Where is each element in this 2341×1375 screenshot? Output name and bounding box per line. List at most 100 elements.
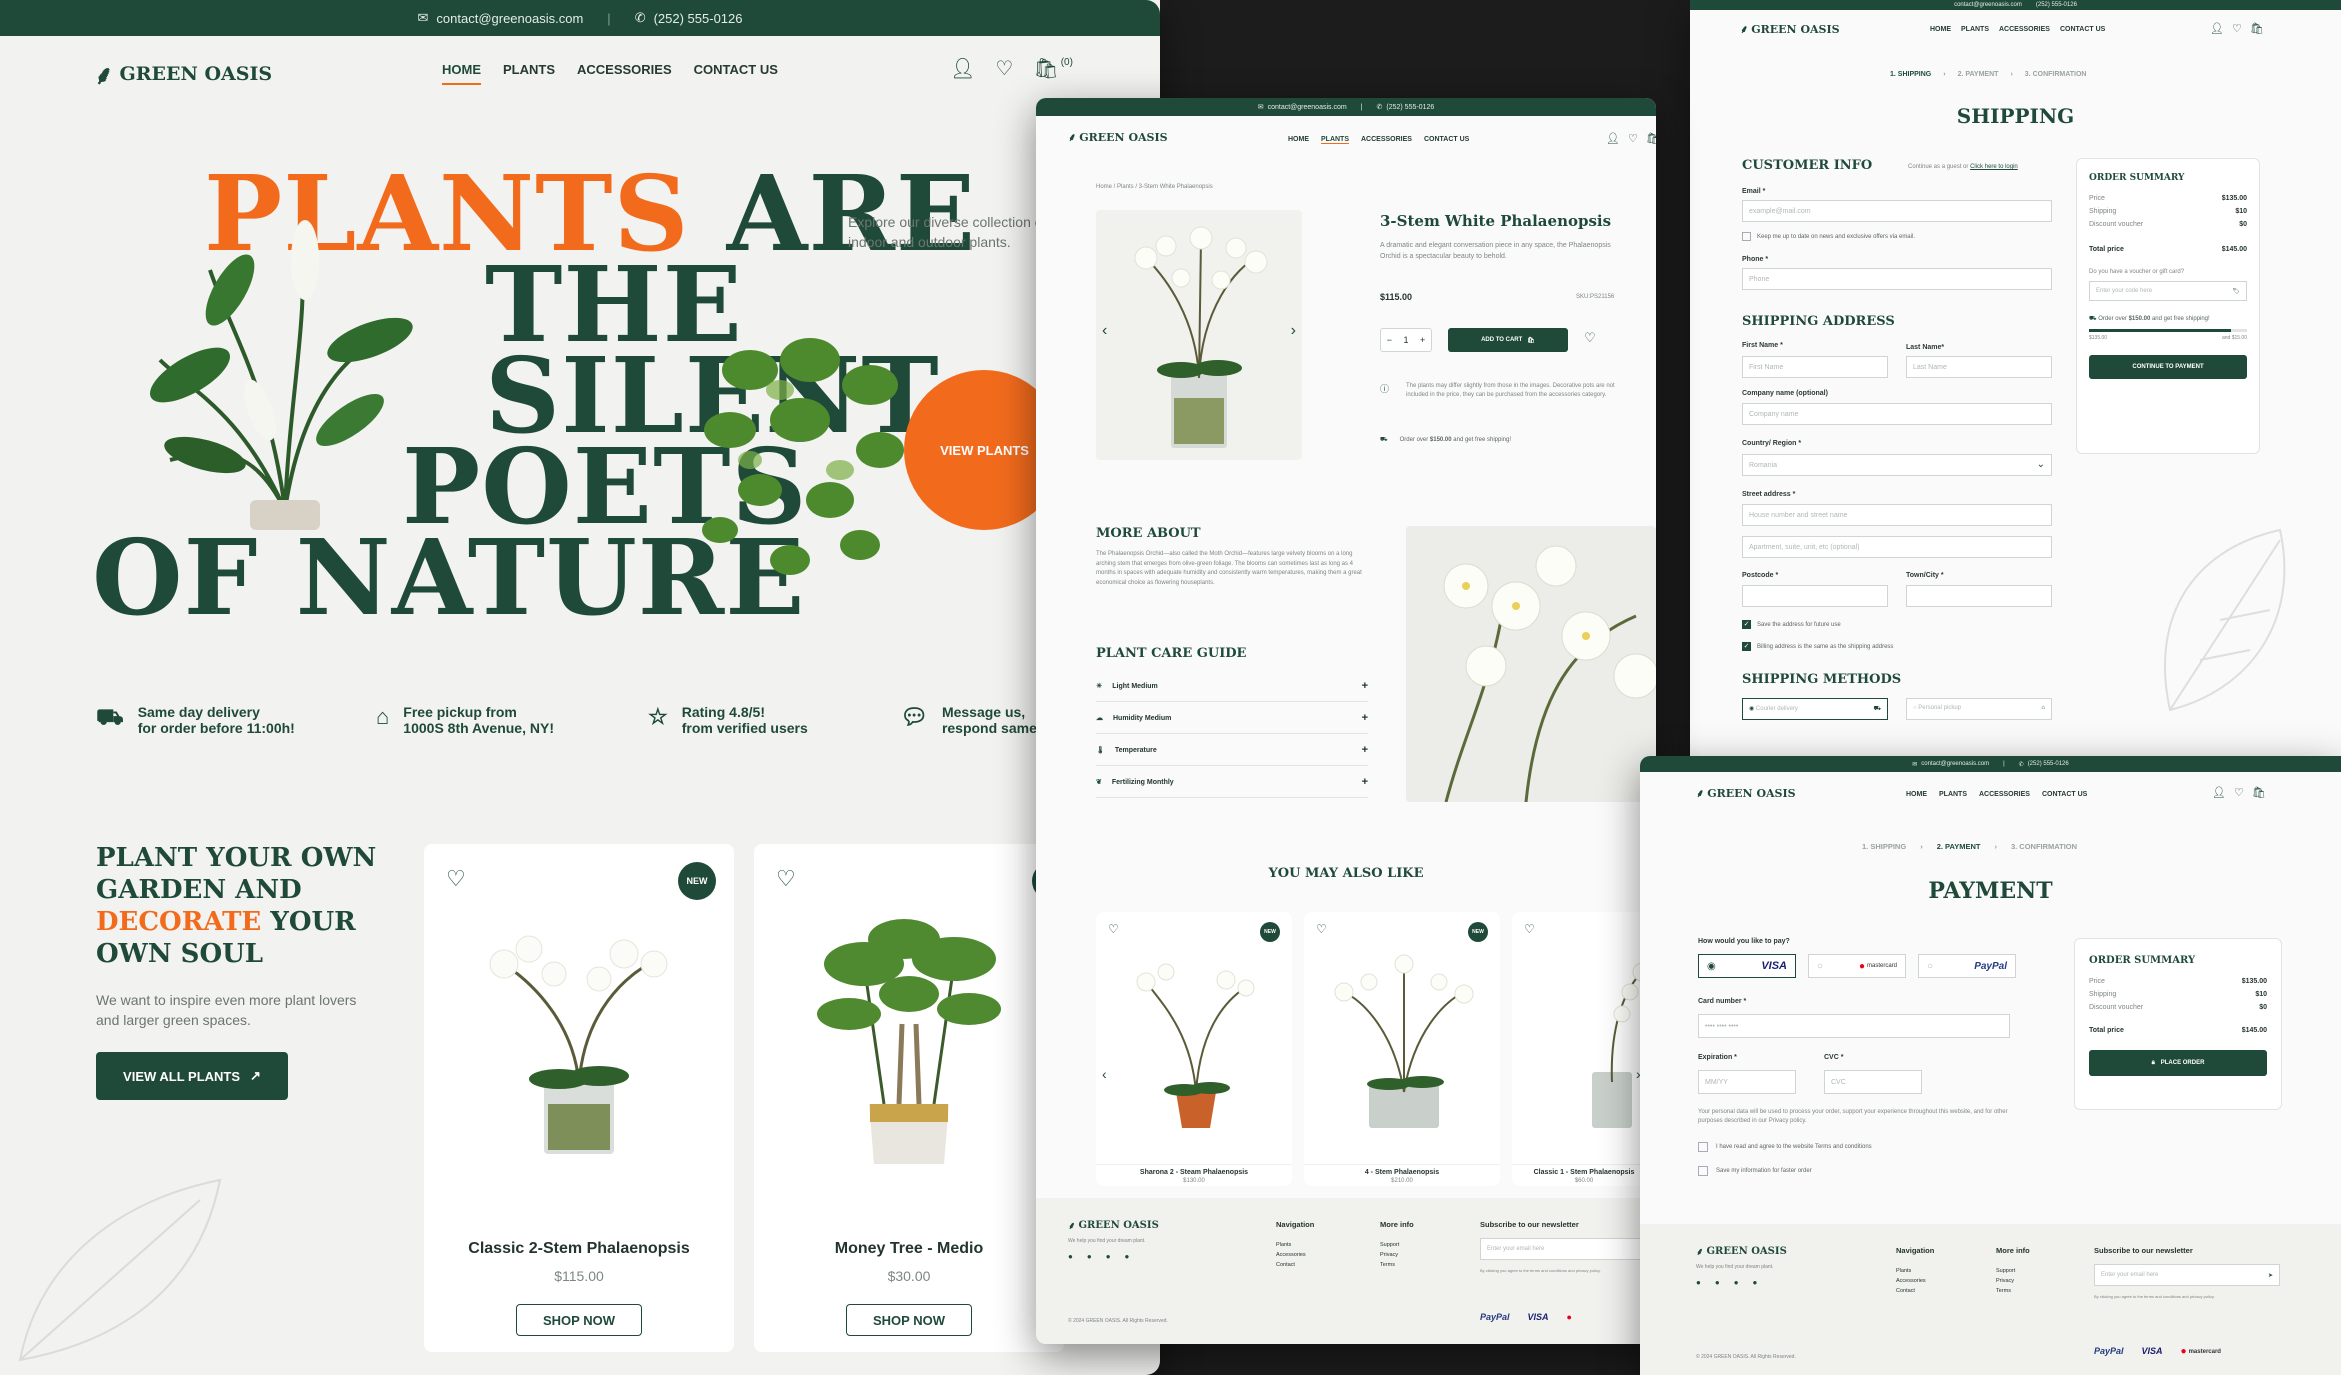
section-text: We want to inspire even more plant lover… [96,992,357,1028]
user-icon[interactable]: 👤︎ [1606,132,1620,145]
logo[interactable]: ⸙ GREEN OASIS [94,56,272,92]
facebook-icon[interactable]: ● [1068,1252,1073,1261]
last-name-field[interactable]: Last Name [1906,356,2052,378]
shop-now-button[interactable]: SHOP NOW [846,1304,972,1336]
send-icon[interactable]: ➤ [2268,1272,2273,1279]
postcode-field[interactable] [1742,585,1888,607]
town-field[interactable] [1906,585,2052,607]
town-label: Town/City * [1906,572,1944,579]
instagram-icon[interactable]: ● [1734,1278,1739,1287]
heart-icon[interactable]: ♡ [2232,22,2242,35]
product-note: The plants may differ slightly from thos… [1406,383,1615,398]
linkedin-icon[interactable]: ● [1087,1252,1092,1261]
apartment-field[interactable]: Apartment, suite, unit, etc (optional) [1742,536,2052,558]
care-item-temperature[interactable]: 🌡︎ Temperature + [1096,734,1368,766]
breadcrumb[interactable]: Home / Plants / 3-Stem White Phalaenopsi… [1096,184,1213,190]
nav-plants[interactable]: PLANTS [503,62,555,85]
view-all-plants-button[interactable]: VIEW ALL PLANTS ↗ [96,1052,288,1100]
product-name[interactable]: Money Tree - Medio [754,1240,1064,1258]
chevron-left-icon[interactable]: ‹ [1102,322,1107,340]
company-field[interactable]: Company name [1742,403,2052,425]
product-card[interactable]: ♡ NEW Classic 2-Stem Phalaenopsis $115.0… [424,844,734,1352]
favorite-icon[interactable]: ♡ [776,866,796,892]
user-icon[interactable]: 👤︎ [950,56,975,81]
linkedin-icon[interactable]: ● [1715,1278,1720,1287]
logo[interactable]: ⸙ GREEN OASIS [1740,22,1840,37]
favorite-icon[interactable]: ♡ [446,866,466,892]
quantity-stepper[interactable]: −1 + [1380,328,1432,352]
newsletter-checkbox[interactable]: Keep me up to date on news and exclusive… [1742,232,1915,241]
favorite-icon[interactable]: ♡ [1316,922,1327,936]
guest-login: Continue as a guest or Click here to log… [1908,164,2018,170]
place-order-button[interactable]: 🔒︎ PLACE ORDER [2089,1050,2267,1076]
logo[interactable]: ⸙ GREEN OASIS [1696,786,1796,801]
care-item-light[interactable]: ☀ Light Medium + [1096,670,1368,702]
care-item-fertilizing[interactable]: ❦ Fertilizing Monthly + [1096,766,1368,798]
add-to-cart-button[interactable]: ADD TO CART 🛍︎ [1448,328,1568,352]
favorite-icon[interactable]: ♡ [1108,922,1119,936]
courier-delivery-option[interactable]: ◉ Courier delivery ⛟ [1742,698,1888,720]
plus-icon[interactable]: + [1420,335,1425,345]
related-product-card[interactable]: ♡ NEW 4 - Stem Phalaenopsis $210.00 [1304,912,1500,1186]
expiration-field[interactable]: MM/YY [1698,1070,1796,1094]
first-name-field[interactable]: First Name [1742,356,1888,378]
contact-phone[interactable]: (252) 555-0126 [654,11,743,26]
related-product-card[interactable]: ♡ NEW ‹ Sharona 2 - Steam Phalaenopsis $… [1096,912,1292,1186]
feature-rating: ☆ Rating 4.8/5! from verified users [648,704,808,736]
product-name[interactable]: Classic 2-Stem Phalaenopsis [424,1240,734,1258]
newsletter-email-field[interactable]: Enter your email here [1480,1238,1656,1260]
billing-same-checkbox[interactable]: ✓ Billing address is the same as the ship… [1742,642,1893,651]
care-item-humidity[interactable]: ☁ Humidity Medium + [1096,702,1368,734]
chevron-left-icon[interactable]: ‹ [1102,1066,1107,1082]
product-card[interactable]: ♡ NEW Money Tree - Medio $30.00 SHOP NOW [754,844,1070,1352]
voucher-field[interactable]: Enter your code here 🏷︎ [2089,281,2247,301]
phone-field[interactable]: Phone [1742,268,2052,290]
cart-icon[interactable]: 🛍︎ [2252,786,2266,799]
personal-pickup-option[interactable]: ○ Personal pickup ⌂ [1906,698,2052,720]
user-icon[interactable]: 👤︎ [2210,22,2224,35]
product-name[interactable]: Sharona 2 - Steam Phalaenopsis [1096,1164,1292,1176]
heart-icon[interactable]: ♡ [2234,786,2244,799]
save-info-checkbox[interactable]: Save my information for faster order [1698,1166,1812,1176]
cvc-field[interactable]: CVC [1824,1070,1922,1094]
continue-to-payment-button[interactable]: CONTINUE TO PAYMENT [2089,355,2247,379]
more-about-heading: MORE ABOUT [1096,526,1201,541]
hero-intro: Explore our diverse collection of indoor… [848,214,1047,250]
card-number-field[interactable]: •••• •••• •••• [1698,1014,2010,1038]
terms-checkbox[interactable]: I have read and agree to the website Ter… [1698,1142,1872,1152]
nav-home[interactable]: HOME [442,62,481,85]
cart-icon[interactable]: 🛍︎ [2250,22,2264,35]
related-product-card[interactable]: ♡ › Classic 1 - Stem Phalaenopsis $60.00 [1512,912,1656,1186]
email-field[interactable]: example@mail.com [1742,200,2052,222]
chevron-right-icon[interactable]: › [1291,322,1296,340]
street-field[interactable]: House number and street name [1742,504,2052,526]
heart-icon[interactable]: ♡ [995,56,1013,81]
twitter-icon[interactable]: ● [1125,1252,1130,1261]
mastercard-option[interactable]: ○ ● mastercard [1808,954,1906,978]
newsletter-email-field[interactable]: Enter your email here ➤ [2094,1264,2280,1286]
cart-icon[interactable]: 🛍︎ [1033,56,1058,81]
nav-accessories[interactable]: ACCESSORIES [577,62,672,85]
favorite-icon[interactable]: ♡ [1524,922,1535,936]
shop-now-button[interactable]: SHOP NOW [516,1304,642,1336]
nav-contact[interactable]: CONTACT US [694,62,778,85]
facebook-icon[interactable]: ● [1696,1278,1701,1287]
country-select[interactable]: Romania ⌄ [1742,454,2052,476]
instagram-icon[interactable]: ● [1106,1252,1111,1261]
contact-email[interactable]: contact@greenoasis.com [436,11,583,26]
product-name[interactable]: Classic 1 - Stem Phalaenopsis [1512,1164,1656,1176]
save-address-checkbox[interactable]: ✓ Save the address for future use [1742,620,1841,629]
paypal-option[interactable]: ○ PayPal [1918,954,2016,978]
heart-icon[interactable]: ♡ [1628,132,1638,145]
visa-option[interactable]: ◉ VISA [1698,954,1796,978]
user-icon[interactable]: 👤︎ [2212,786,2226,799]
product-name[interactable]: 4 - Stem Phalaenopsis [1304,1164,1500,1176]
favorite-icon[interactable]: ♡ [1584,330,1596,346]
twitter-icon[interactable]: ● [1753,1278,1758,1287]
minus-icon[interactable]: − [1387,335,1392,345]
logo[interactable]: ⸙ GREEN OASIS [1068,1218,1159,1233]
logo[interactable]: ⸙ GREEN OASIS [1696,1244,1787,1259]
cart-icon[interactable]: 🛍︎ [1646,132,1656,145]
new-badge: NEW [678,862,716,900]
logo[interactable]: ⸙ GREEN OASIS [1068,130,1168,145]
